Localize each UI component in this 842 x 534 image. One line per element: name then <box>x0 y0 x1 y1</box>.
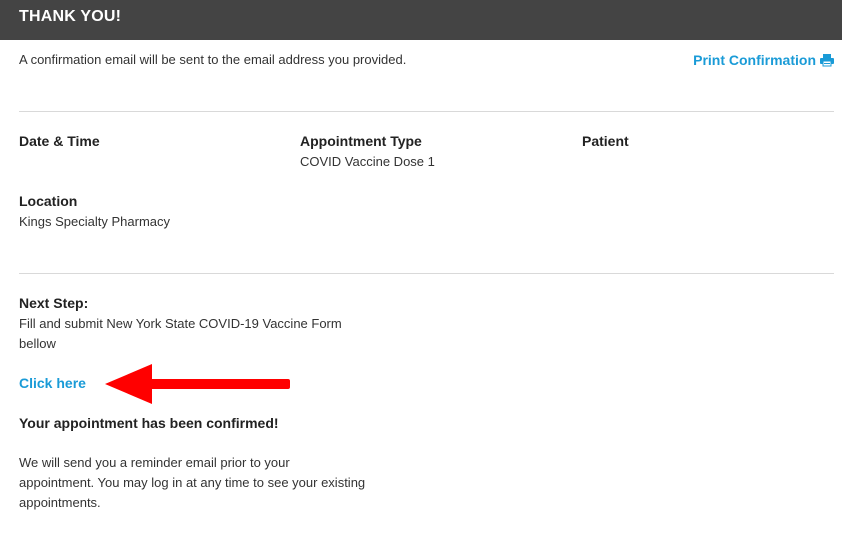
printer-icon <box>820 53 834 67</box>
click-here-link[interactable]: Click here <box>19 375 86 391</box>
next-step-instruction-line2: bellow <box>19 336 56 351</box>
page-title: THANK YOU! <box>19 8 122 25</box>
next-step-label: Next Step: <box>19 295 89 311</box>
confirmation-message: A confirmation email will be sent to the… <box>19 52 407 67</box>
patient-label: Patient <box>582 133 629 149</box>
divider <box>19 111 834 112</box>
location-label: Location <box>19 193 78 209</box>
date-time-label: Date & Time <box>19 133 100 149</box>
appointment-confirmed-heading: Your appointment has been confirmed! <box>19 415 279 431</box>
red-arrow-icon <box>105 364 290 404</box>
reminder-text-line2: appointment. You may log in at any time … <box>19 475 366 490</box>
reminder-text-line1: We will send you a reminder email prior … <box>19 455 290 470</box>
next-step-instruction-line1: Fill and submit New York State COVID-19 … <box>19 316 342 331</box>
location-value: Kings Specialty Pharmacy <box>19 214 171 229</box>
header-bar: THANK YOU! <box>0 0 842 40</box>
reminder-text-line3: appointments. <box>19 495 101 510</box>
appointment-type-label: Appointment Type <box>300 133 422 149</box>
divider <box>19 273 834 274</box>
print-confirmation-link[interactable]: Print Confirmation <box>693 52 834 68</box>
appointment-type-value: COVID Vaccine Dose 1 <box>300 154 435 169</box>
print-confirmation-label: Print Confirmation <box>693 52 816 68</box>
